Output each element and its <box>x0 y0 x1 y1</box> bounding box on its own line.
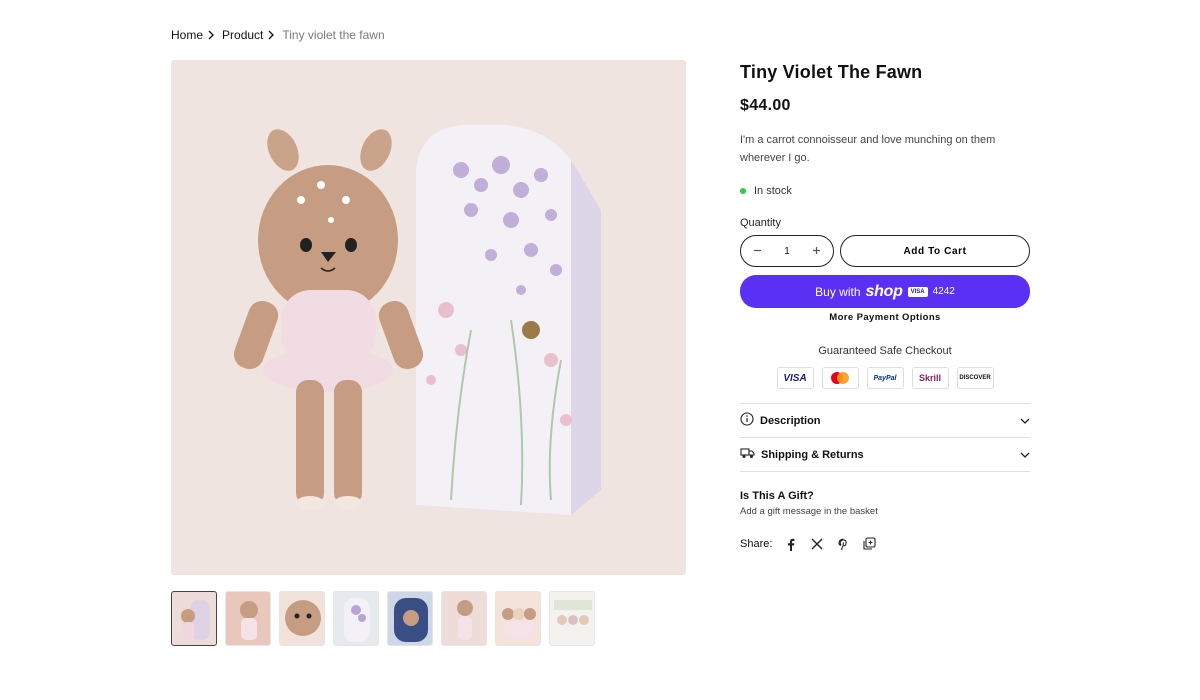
add-to-cart-button[interactable]: Add To Cart <box>840 235 1030 267</box>
quantity-label: Quantity <box>740 217 781 229</box>
shop-logo: shop <box>865 282 903 300</box>
stock-dot-icon <box>740 188 746 194</box>
stock-status: In stock <box>740 185 1030 197</box>
chevron-down-icon <box>1020 412 1030 430</box>
share-row: Share: <box>740 537 1030 551</box>
shop-pay-button[interactable]: Buy with shop VISA 4242 <box>740 275 1030 308</box>
thumbnail-1[interactable] <box>171 591 217 646</box>
chevron-right-icon <box>206 30 216 40</box>
gift-subtitle: Add a gift message in the basket <box>740 506 878 517</box>
x-icon[interactable] <box>810 537 824 551</box>
thumbnail-6[interactable] <box>441 591 487 646</box>
visa-mini-icon: VISA <box>907 286 928 297</box>
thumbnail-strip <box>171 591 595 646</box>
facebook-icon[interactable] <box>784 537 798 551</box>
breadcrumb: Home Product Tiny violet the fawn <box>171 28 385 42</box>
mastercard-icon <box>821 367 859 389</box>
truck-icon <box>740 447 755 462</box>
accordion-description-label: Description <box>760 414 821 427</box>
minus-icon[interactable] <box>753 244 762 258</box>
quantity-stepper: 1 <box>740 235 834 267</box>
card-last4: 4242 <box>932 286 955 297</box>
visa-icon: VISA <box>776 367 814 389</box>
thumbnail-5[interactable] <box>387 591 433 646</box>
product-info: Tiny Violet The Fawn $44.00 I'm a carrot… <box>740 60 1030 551</box>
cart-row: 1 Add To Cart <box>740 235 1030 267</box>
thumbnail-8[interactable] <box>549 591 595 646</box>
accordion-shipping[interactable]: Shipping & Returns <box>740 438 1030 472</box>
product-price: $44.00 <box>740 97 791 114</box>
guaranteed-checkout-label: Guaranteed Safe Checkout <box>818 345 952 357</box>
plus-icon[interactable] <box>812 244 821 258</box>
product-title: Tiny Violet The Fawn <box>740 62 923 82</box>
thumbnail-2[interactable] <box>225 591 271 646</box>
chevron-right-icon <box>266 30 276 40</box>
buy-with-label: Buy with <box>815 284 861 299</box>
more-payment-options-link[interactable]: More Payment Options <box>740 312 1030 323</box>
breadcrumb-current: Tiny violet the fawn <box>282 28 385 42</box>
pinterest-icon[interactable] <box>836 537 850 551</box>
skrill-icon: Skrill <box>911 367 949 389</box>
thumbnail-7[interactable] <box>495 591 541 646</box>
discover-icon: DISCOVER <box>956 367 994 389</box>
info-icon <box>740 412 754 429</box>
product-description: I'm a carrot connoisseur and love munchi… <box>740 134 996 164</box>
product-main-image[interactable] <box>171 60 686 575</box>
breadcrumb-home[interactable]: Home <box>171 28 203 42</box>
copy-link-icon[interactable] <box>862 537 876 551</box>
gift-title: Is This A Gift? <box>740 490 814 502</box>
thumbnail-3[interactable] <box>279 591 325 646</box>
thumbnail-4[interactable] <box>333 591 379 646</box>
product-accordion: Description Shipping & Returns <box>740 403 1030 472</box>
chevron-down-icon <box>1020 446 1030 464</box>
paypal-icon: PayPal <box>866 367 904 389</box>
payment-methods: VISA PayPal Skrill DISCOVER <box>740 367 1030 389</box>
stock-label: In stock <box>754 185 792 197</box>
accordion-shipping-label: Shipping & Returns <box>761 448 864 461</box>
quantity-value[interactable]: 1 <box>784 246 790 257</box>
breadcrumb-product[interactable]: Product <box>222 28 263 42</box>
share-label: Share: <box>740 538 773 550</box>
accordion-description[interactable]: Description <box>740 404 1030 438</box>
